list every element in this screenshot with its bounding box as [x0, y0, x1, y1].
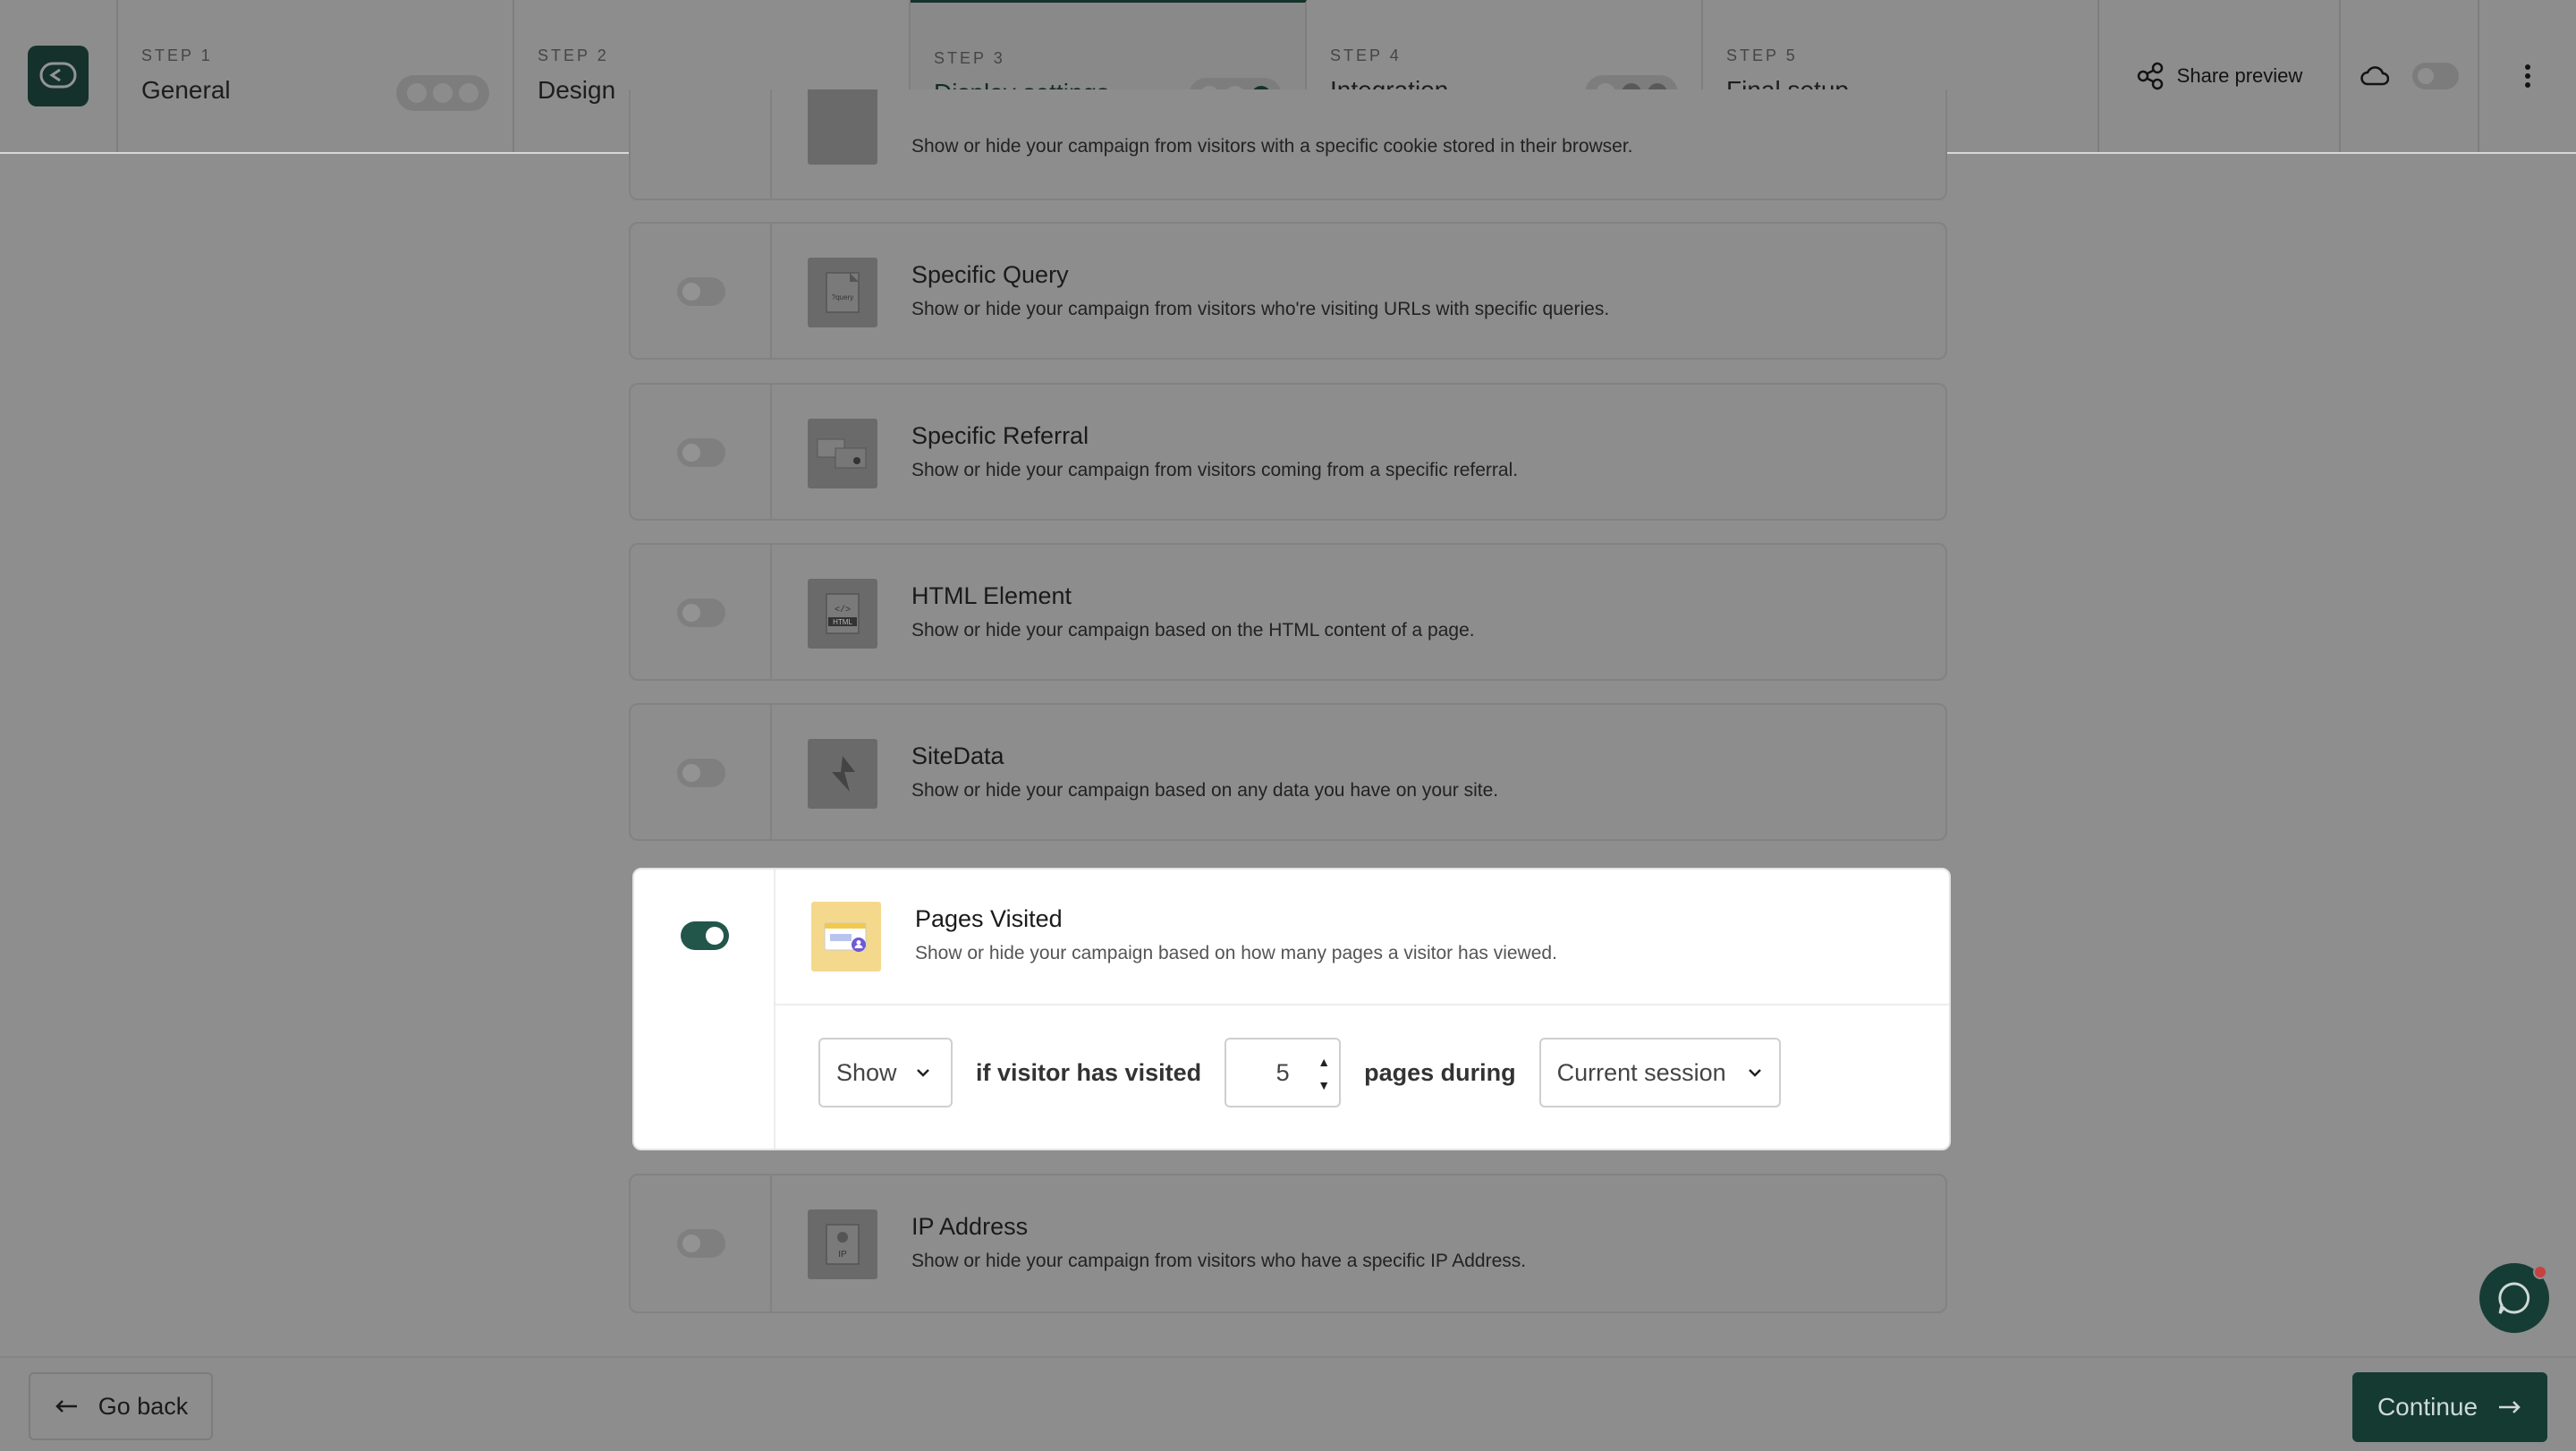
go-back-button[interactable]: Go back [29, 1372, 213, 1440]
more-options-button[interactable] [2479, 0, 2576, 152]
condition-card-cookie[interactable]: Show or hide your campaign from visitors… [629, 89, 1947, 200]
card-description: Show or hide your campaign based on the … [911, 620, 1475, 641]
condition-card-pages-visited[interactable]: Pages Visited Show or hide your campaign… [632, 868, 1951, 1150]
condition-card-html-element[interactable]: </> HTML HTML Element Show or hide your … [629, 543, 1947, 681]
step-general[interactable]: STEP 1 General [118, 0, 514, 152]
condition-toggle[interactable] [681, 921, 729, 950]
card-title: IP Address [911, 1213, 1029, 1240]
logo-cell [0, 0, 118, 152]
stepper-arrows[interactable]: ▲ ▼ [1318, 1050, 1330, 1097]
html-icon: </> HTML [808, 579, 877, 649]
logo-bubble-icon [39, 62, 77, 89]
cookie-icon [808, 89, 877, 165]
card-title: Pages Visited [915, 905, 1063, 932]
chevron-down-icon [916, 1069, 929, 1077]
card-description: Show or hide your campaign from visitors… [911, 136, 1633, 157]
card-title: Specific Query [911, 261, 1069, 288]
card-description: Show or hide your campaign based on any … [911, 780, 1499, 801]
pages-count-value: 5 [1275, 1058, 1290, 1086]
autosave-toggle[interactable] [2411, 63, 2459, 89]
show-hide-select[interactable]: Show [818, 1038, 953, 1107]
show-hide-value: Show [836, 1058, 897, 1086]
ip-icon: IP [808, 1209, 877, 1279]
card-title: HTML Element [911, 582, 1072, 609]
html-icon-text: HTML [833, 618, 852, 626]
step-number: STEP 5 [1726, 47, 1798, 64]
share-preview-button[interactable]: Share preview [2099, 0, 2341, 152]
arrow-right-icon [2499, 1401, 2521, 1413]
continue-label: Continue [2377, 1393, 2479, 1421]
referral-icon [808, 419, 877, 488]
share-preview-label: Share preview [2176, 64, 2303, 87]
app-logo[interactable] [28, 46, 89, 106]
chat-icon [2498, 1282, 2530, 1314]
query-icon-text: ?query [832, 293, 853, 301]
condition-card-sitedata[interactable]: SiteData Show or hide your campaign base… [629, 703, 1947, 841]
condition-card-specific-referral[interactable]: Specific Referral Show or hide your camp… [629, 383, 1947, 521]
card-title: SiteData [911, 742, 1004, 769]
condition-card-specific-query[interactable]: ?query Specific Query Show or hide your … [629, 222, 1947, 360]
cloud-sync-cell [2341, 0, 2479, 152]
ip-icon-text: IP [838, 1250, 847, 1260]
arrow-left-icon [55, 1400, 77, 1413]
bottom-action-bar: Go back Continue [0, 1356, 2576, 1451]
cloud-icon [2360, 66, 2389, 86]
card-toggle-column [631, 89, 772, 199]
card-description: Show or hide your campaign from visitors… [911, 460, 1519, 480]
rule-text-pages-during: pages during [1364, 1058, 1516, 1086]
condition-toggle[interactable] [677, 759, 725, 787]
query-icon: ?query [808, 258, 877, 327]
condition-toggle[interactable] [677, 1229, 725, 1258]
step-progress-indicator [396, 75, 489, 111]
card-description: Show or hide your campaign from visitors… [911, 299, 1610, 319]
card-title: Specific Referral [911, 422, 1089, 449]
step-number: STEP 4 [1330, 47, 1402, 64]
step-number: STEP 1 [141, 47, 213, 64]
condition-toggle[interactable] [677, 277, 725, 306]
condition-card-ip-address[interactable]: IP IP Address Show or hide your campaign… [629, 1174, 1947, 1313]
chevron-down-icon [1748, 1069, 1761, 1077]
decrement-icon[interactable]: ▼ [1318, 1073, 1330, 1097]
card-description: Show or hide your campaign based on how … [915, 943, 1557, 963]
condition-toggle[interactable] [677, 438, 725, 467]
step-number: STEP 3 [934, 49, 1005, 67]
session-period-value: Current session [1556, 1058, 1726, 1086]
go-back-label: Go back [97, 1392, 189, 1420]
continue-button[interactable]: Continue [2352, 1372, 2547, 1442]
rule-text-visited: if visitor has visited [976, 1058, 1202, 1086]
more-vertical-icon [2525, 64, 2530, 88]
svg-text:</>: </> [835, 605, 851, 615]
session-period-select[interactable]: Current session [1538, 1038, 1781, 1107]
pages-count-stepper[interactable]: 5 ▲ ▼ [1224, 1038, 1342, 1107]
increment-icon[interactable]: ▲ [1318, 1050, 1330, 1073]
card-divider [775, 1004, 1949, 1006]
share-icon [2137, 62, 2163, 90]
notification-dot [2533, 1265, 2547, 1279]
condition-toggle[interactable] [677, 598, 725, 627]
step-number: STEP 2 [538, 47, 609, 64]
card-toggle-column [634, 870, 775, 1149]
pages-visited-icon [811, 902, 881, 972]
card-description: Show or hide your campaign from visitors… [911, 1251, 1527, 1271]
sitedata-icon [808, 739, 877, 809]
pages-visited-rule: Show if visitor has visited 5 ▲ ▼ pages … [818, 1038, 1781, 1107]
chat-support-button[interactable] [2479, 1263, 2549, 1333]
